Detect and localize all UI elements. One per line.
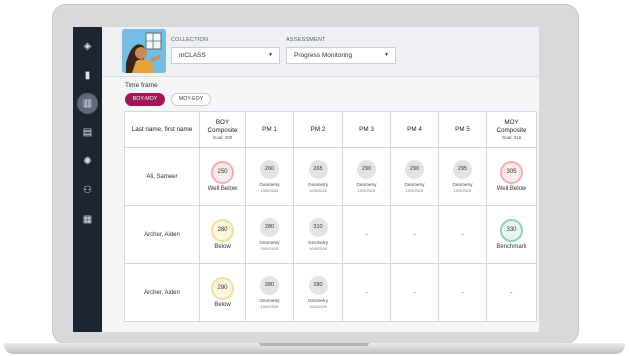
score-badge[interactable]: 280 xyxy=(308,276,328,296)
date-label: 10/5/2025 xyxy=(309,187,327,193)
timeframe-label: Time frame xyxy=(125,82,158,89)
pm-cell: 310 Geometry 10/5/2025 xyxy=(293,205,343,264)
column-header-pm5[interactable]: PM 5 xyxy=(438,111,487,148)
status-label: Well Below xyxy=(496,186,527,192)
column-header-pm1[interactable]: PM 1 xyxy=(245,111,294,148)
date-label: 10/5/2025 xyxy=(453,187,472,193)
date-label: 10/5/2025 xyxy=(260,303,279,309)
moy-subtitle: Composite xyxy=(496,126,527,134)
pm-cell: 280 Geometry 10/5/2025 xyxy=(293,263,343,322)
collection-value: mCLASS xyxy=(179,52,206,59)
bookmark-icon[interactable]: ▮ xyxy=(77,65,98,86)
score-badge[interactable]: 290 xyxy=(357,160,376,180)
status-label: Benchmark xyxy=(496,244,527,250)
app-screen: ◈ ▮ ▥ ▤ ✺ ⚇ ▦ COLLECTION mCLASS ▼ ASSESS… xyxy=(73,27,539,332)
document-icon[interactable]: ▤ xyxy=(77,122,98,143)
score-badge[interactable]: 280 xyxy=(211,219,234,242)
moy-title: MOY xyxy=(504,118,519,126)
layers-icon[interactable]: ◈ xyxy=(77,36,98,57)
score-badge[interactable]: 290 xyxy=(405,160,424,180)
apps-grid-icon[interactable]: ▦ xyxy=(77,209,98,230)
pm-cell-empty: - xyxy=(438,263,487,322)
pm-cell: 265 Geometry 10/5/2025 xyxy=(293,147,343,206)
score-badge[interactable]: 260 xyxy=(260,160,279,180)
status-label: Well Below xyxy=(207,186,238,192)
table-row: Archer, Aiden 280 Below 280 Geometry 10/… xyxy=(124,205,537,264)
boy-cell: 290 Below xyxy=(199,263,246,322)
boy-cell: 250 Well Below xyxy=(199,147,246,206)
laptop-base xyxy=(4,343,625,354)
score-badge[interactable]: 290 xyxy=(211,277,234,300)
pm-cell: 280 Geometry 10/5/2025 xyxy=(245,205,294,264)
date-label: 10/5/2025 xyxy=(405,187,424,193)
table-row: Ali, Sameer 250 Well Below 260 Geometry … xyxy=(124,147,537,206)
boy-subtitle: Composite xyxy=(207,126,238,134)
collection-label: COLLECTION xyxy=(171,37,209,43)
date-label: 10/5/2025 xyxy=(309,303,327,309)
laptop-notch xyxy=(259,343,369,346)
pm-cell: 290 Geometry 10/5/2025 xyxy=(390,147,439,206)
score-badge[interactable]: 265 xyxy=(308,160,328,180)
header-bar: COLLECTION mCLASS ▼ ASSESSMENT Progress … xyxy=(102,27,539,77)
avatar xyxy=(122,29,166,73)
status-label: Below xyxy=(214,302,231,308)
pm-cell: 280 Geometry 10/5/2025 xyxy=(245,263,294,322)
student-name[interactable]: Ali, Sameer xyxy=(124,147,200,206)
pm-cell: 290 Geometry 10/5/2025 xyxy=(342,147,391,206)
scores-table: Last name, first name BOY Composite Goal… xyxy=(124,111,537,322)
pm-cell-empty: - xyxy=(390,263,439,322)
student-name[interactable]: Archer, Aiden xyxy=(124,205,200,264)
score-badge[interactable]: 280 xyxy=(260,276,279,296)
chevron-down-icon: ▼ xyxy=(268,52,273,58)
assessment-value: Progress Monitoring xyxy=(294,52,353,59)
timeframe-moy-eoy-toggle[interactable]: MOY-EOY xyxy=(171,93,211,106)
column-header-pm4[interactable]: PM 4 xyxy=(390,111,439,148)
column-header-moy[interactable]: MOY Composite Goal: 315 xyxy=(486,111,537,148)
score-badge[interactable]: 310 xyxy=(308,218,328,238)
score-badge[interactable]: 250 xyxy=(211,161,234,184)
score-badge[interactable]: 295 xyxy=(453,160,472,180)
date-label: 10/5/2025 xyxy=(357,187,376,193)
score-badge[interactable]: 330 xyxy=(500,219,523,242)
sidebar: ◈ ▮ ▥ ▤ ✺ ⚇ ▦ xyxy=(73,27,102,332)
pm-cell-empty: - xyxy=(390,205,439,264)
assessment-label: ASSESSMENT xyxy=(286,37,326,43)
pm-cell: 295 Geometry 10/5/2025 xyxy=(438,147,487,206)
moy-cell-empty: - xyxy=(486,263,537,322)
boy-goal: Goal: 300 xyxy=(212,134,233,140)
moy-goal: Goal: 315 xyxy=(501,134,522,140)
score-badge[interactable]: 305 xyxy=(500,161,523,184)
assessment-select[interactable]: Progress Monitoring ▼ xyxy=(286,47,396,64)
score-badge[interactable]: 280 xyxy=(260,218,279,238)
pm-cell: 260 Geometry 10/5/2025 xyxy=(245,147,294,206)
lightbulb-icon[interactable]: ✺ xyxy=(77,151,98,172)
boy-title: BOY xyxy=(215,118,230,126)
collection-select[interactable]: mCLASS ▼ xyxy=(171,47,280,64)
student-name[interactable]: Archer, Aiden xyxy=(124,263,200,322)
column-header-name[interactable]: Last name, first name xyxy=(124,111,200,148)
boy-cell: 280 Below xyxy=(199,205,246,264)
moy-cell: 305 Well Below xyxy=(486,147,537,206)
status-label: Below xyxy=(214,244,231,250)
timeframe-boy-moy-toggle[interactable]: BOY-MOY xyxy=(125,93,165,106)
bar-chart-icon[interactable]: ▥ xyxy=(77,93,98,114)
chevron-down-icon: ▼ xyxy=(384,52,389,58)
date-label: 10/5/2025 xyxy=(309,245,327,251)
pm-cell-empty: - xyxy=(438,205,487,264)
date-label: 10/5/2025 xyxy=(260,245,279,251)
column-header-pm3[interactable]: PM 3 xyxy=(342,111,391,148)
pm-cell-empty: - xyxy=(342,205,391,264)
pm-cell-empty: - xyxy=(342,263,391,322)
table-row: Archer, Aiden 290 Below 280 Geometry 10/… xyxy=(124,263,537,322)
column-header-pm2[interactable]: PM 2 xyxy=(293,111,343,148)
moy-cell: 330 Benchmark xyxy=(486,205,537,264)
users-icon[interactable]: ⚇ xyxy=(77,180,98,201)
table-header-row: Last name, first name BOY Composite Goal… xyxy=(124,111,537,148)
date-label: 10/5/2025 xyxy=(260,187,279,193)
column-header-boy[interactable]: BOY Composite Goal: 300 xyxy=(199,111,246,148)
